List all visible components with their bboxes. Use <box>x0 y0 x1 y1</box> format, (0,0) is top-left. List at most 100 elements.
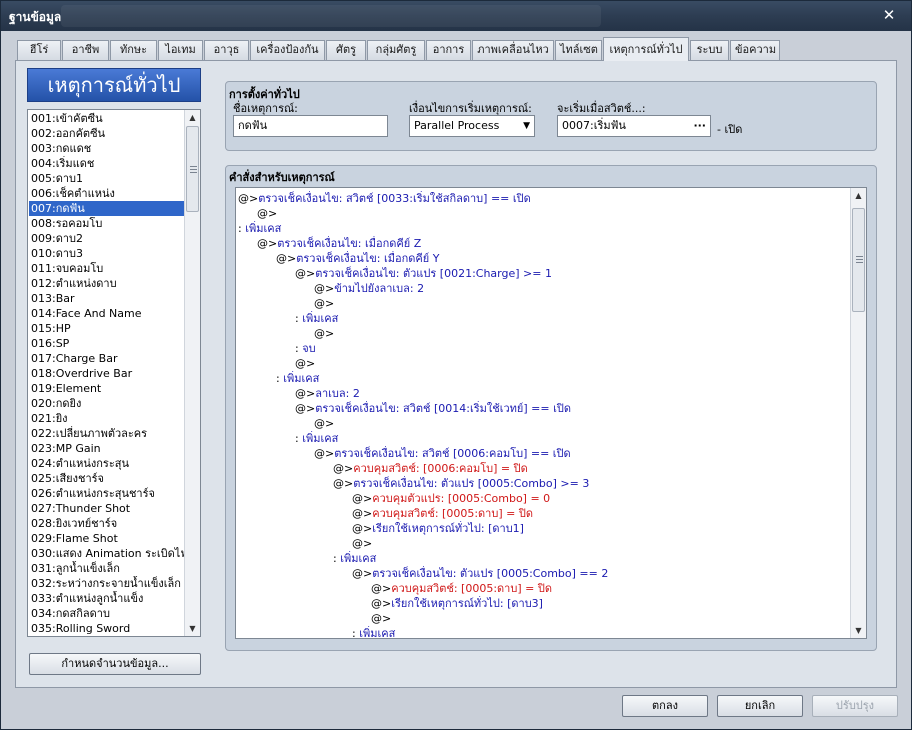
tab-6[interactable]: เครื่องป้องกัน <box>250 40 325 60</box>
cancel-button[interactable]: ยกเลิก <box>717 695 803 717</box>
command-line[interactable]: : เพิ่มเคส <box>238 221 848 236</box>
scroll-down-icon[interactable]: ▼ <box>851 623 866 638</box>
tab-13[interactable]: ระบบ <box>690 40 729 60</box>
tab-7[interactable]: ศัตรู <box>326 40 366 60</box>
command-line[interactable]: @>ตรวจเช็คเงื่อนไข: เมื่อกดคีย์ Y <box>238 251 848 266</box>
tab-12[interactable]: เหตุการณ์ทั่วไป <box>603 37 689 61</box>
list-item[interactable]: 026:ตำแหน่งกระสุนชาร์จ <box>29 486 184 501</box>
command-line[interactable]: @>เรียกใช้เหตุการณ์ทั่วไป: [ดาบ3] <box>238 596 848 611</box>
list-item[interactable]: 012:ตำแหน่งดาบ <box>29 276 184 291</box>
list-item[interactable]: 018:Overdrive Bar <box>29 366 184 381</box>
command-line[interactable]: : เพิ่มเคส <box>238 311 848 326</box>
list-item[interactable]: 007:กดฟัน <box>29 201 184 216</box>
command-line[interactable]: @>ตรวจเช็คเงื่อนไข: เมื่อกดคีย์ Z <box>238 236 848 251</box>
list-item[interactable]: 021:ยิง <box>29 411 184 426</box>
list-item[interactable]: 023:MP Gain <box>29 441 184 456</box>
command-line[interactable]: @> <box>238 416 848 431</box>
command-line[interactable]: : เพิ่มเคส <box>238 371 848 386</box>
scroll-up-icon[interactable]: ▲ <box>851 188 866 203</box>
command-line[interactable]: @> <box>238 536 848 551</box>
command-line[interactable]: @> <box>238 206 848 221</box>
command-line[interactable]: @>ตรวจเช็คเงื่อนไข: สวิตช์ [0006:คอมโบ] … <box>238 446 848 461</box>
switch-selector[interactable]: 0007:เริ่มฟัน ··· <box>557 115 711 137</box>
tab-1[interactable]: ฮีโร่ <box>17 40 61 60</box>
command-line[interactable]: : เพิ่มเคส <box>238 431 848 446</box>
apply-button[interactable]: ปรับปรุง <box>812 695 898 717</box>
command-line[interactable]: @>ควบคุมสวิตช์: [0005:ดาบ] = ปิด <box>238 581 848 596</box>
list-item[interactable]: 025:เสียงชาร์จ <box>29 471 184 486</box>
change-maximum-button[interactable]: กำหนดจำนวนข้อมูล... <box>29 653 201 675</box>
close-icon[interactable]: ✕ <box>879 6 899 24</box>
list-item[interactable]: 035:Rolling Sword <box>29 621 184 636</box>
command-line[interactable]: : จบ <box>238 341 848 356</box>
command-scroll-thumb[interactable] <box>852 208 865 312</box>
command-line[interactable]: @>ตรวจเช็คเงื่อนไข: ตัวแปร [0021:Charge]… <box>238 266 848 281</box>
list-item[interactable]: 013:Bar <box>29 291 184 306</box>
list-item[interactable]: 027:Thunder Shot <box>29 501 184 516</box>
list-item[interactable]: 020:กดยิง <box>29 396 184 411</box>
tab-9[interactable]: อาการ <box>426 40 471 60</box>
command-line[interactable]: @>ตรวจเช็คเงื่อนไข: สวิตช์ [0014:เริ่มใช… <box>238 401 848 416</box>
command-scrollbar[interactable]: ▲ ▼ <box>850 188 866 638</box>
list-item[interactable]: 019:Element <box>29 381 184 396</box>
command-line[interactable]: @>ควบคุมตัวแปร: [0005:Combo] = 0 <box>238 491 848 506</box>
command-line[interactable]: @> <box>238 296 848 311</box>
title-bar[interactable]: ฐานข้อมูล ✕ <box>1 1 911 31</box>
command-line[interactable]: @>ควบคุมสวิตช์: [0006:คอมโบ] = ปิด <box>238 461 848 476</box>
list-item[interactable]: 004:เริ่มแดช <box>29 156 184 171</box>
scroll-up-icon[interactable]: ▲ <box>185 110 200 125</box>
list-item[interactable]: 030:แสดง Animation ระเบิดไฟ <box>29 546 184 561</box>
tab-14[interactable]: ข้อความ <box>730 40 780 60</box>
tab-11[interactable]: ไทล์เซต <box>555 40 602 60</box>
command-line[interactable]: @>ตรวจเช็คเงื่อนไข: สวิตช์ [0033:เริ่มใช… <box>238 191 848 206</box>
command-line[interactable]: @>ตรวจเช็คเงื่อนไข: ตัวแปร [0005:Combo] … <box>238 476 848 491</box>
command-line[interactable]: @>เรียกใช้เหตุการณ์ทั่วไป: [ดาบ1] <box>238 521 848 536</box>
list-item[interactable]: 016:SP <box>29 336 184 351</box>
list-item[interactable]: 009:ดาบ2 <box>29 231 184 246</box>
command-line[interactable]: @>ข้ามไปยังลาเบล: 2 <box>238 281 848 296</box>
list-item[interactable]: 001:เข้าคัตซีน <box>29 111 184 126</box>
list-item[interactable]: 003:กดแดช <box>29 141 184 156</box>
list-item[interactable]: 024:ตำแหน่งกระสุน <box>29 456 184 471</box>
list-item[interactable]: 017:Charge Bar <box>29 351 184 366</box>
command-line[interactable]: @>ตรวจเช็คเงื่อนไข: ตัวแปร [0005:Combo] … <box>238 566 848 581</box>
command-line[interactable]: @> <box>238 326 848 341</box>
list-item[interactable]: 010:ดาบ3 <box>29 246 184 261</box>
command-text: ตรวจเช็คเงื่อนไข: สวิตช์ [0033:เริ่มใช้ส… <box>258 192 531 205</box>
list-item[interactable]: 032:ระหว่างกระจายน้ำแข็งเล็ก <box>29 576 184 591</box>
list-item[interactable]: 002:ออกคัตซีน <box>29 126 184 141</box>
grip-icon <box>856 259 863 260</box>
list-item[interactable]: 034:กดสกิลดาบ <box>29 606 184 621</box>
list-item[interactable]: 022:เปลี่ยนภาพตัวละคร <box>29 426 184 441</box>
command-line[interactable]: @> <box>238 611 848 626</box>
list-item[interactable]: 029:Flame Shot <box>29 531 184 546</box>
command-line[interactable]: @>ควบคุมสวิตช์: [0005:ดาบ] = ปิด <box>238 506 848 521</box>
ok-button[interactable]: ตกลง <box>622 695 708 717</box>
command-line[interactable]: @>ลาเบล: 2 <box>238 386 848 401</box>
command-line[interactable]: @> <box>238 356 848 371</box>
list-item[interactable]: 015:HP <box>29 321 184 336</box>
list-item[interactable]: 006:เช็คตำแหน่ง <box>29 186 184 201</box>
list-item[interactable]: 028:ยิงเวทย์ชาร์จ <box>29 516 184 531</box>
tab-8[interactable]: กลุ่มศัตรู <box>367 40 425 60</box>
trigger-dropdown[interactable]: Parallel Process ▼ <box>409 115 535 137</box>
tab-4[interactable]: ไอเทม <box>158 40 203 60</box>
command-line[interactable]: : เพิ่มเคส <box>238 626 848 638</box>
list-scroll-thumb[interactable] <box>186 126 199 212</box>
list-item[interactable]: 031:ลูกน้ำแข็งเล็ก <box>29 561 184 576</box>
list-item[interactable]: 014:Face And Name <box>29 306 184 321</box>
list-item[interactable]: 011:จบคอมโบ <box>29 261 184 276</box>
list-item[interactable]: 005:ดาบ1 <box>29 171 184 186</box>
list-item[interactable]: 033:ตำแหน่งลูกน้ำแข็ง <box>29 591 184 606</box>
tab-10[interactable]: ภาพเคลื่อนไหว <box>472 40 554 60</box>
event-name-input[interactable]: กดฟัน <box>233 115 388 137</box>
list-item[interactable]: 008:รอคอมโบ <box>29 216 184 231</box>
tab-2[interactable]: อาชีพ <box>62 40 109 60</box>
tab-5[interactable]: อาวุธ <box>204 40 249 60</box>
command-line[interactable]: : เพิ่มเคส <box>238 551 848 566</box>
list-scrollbar[interactable]: ▲ ▼ <box>184 110 200 636</box>
scroll-down-icon[interactable]: ▼ <box>185 621 200 636</box>
event-command-list[interactable]: @>ตรวจเช็คเงื่อนไข: สวิตช์ [0033:เริ่มใช… <box>235 187 867 639</box>
event-list[interactable]: 001:เข้าคัตซีน 002:ออกคัตซีน 003:กดแดช 004:… <box>27 109 201 637</box>
tab-3[interactable]: ทักษะ <box>110 40 157 60</box>
